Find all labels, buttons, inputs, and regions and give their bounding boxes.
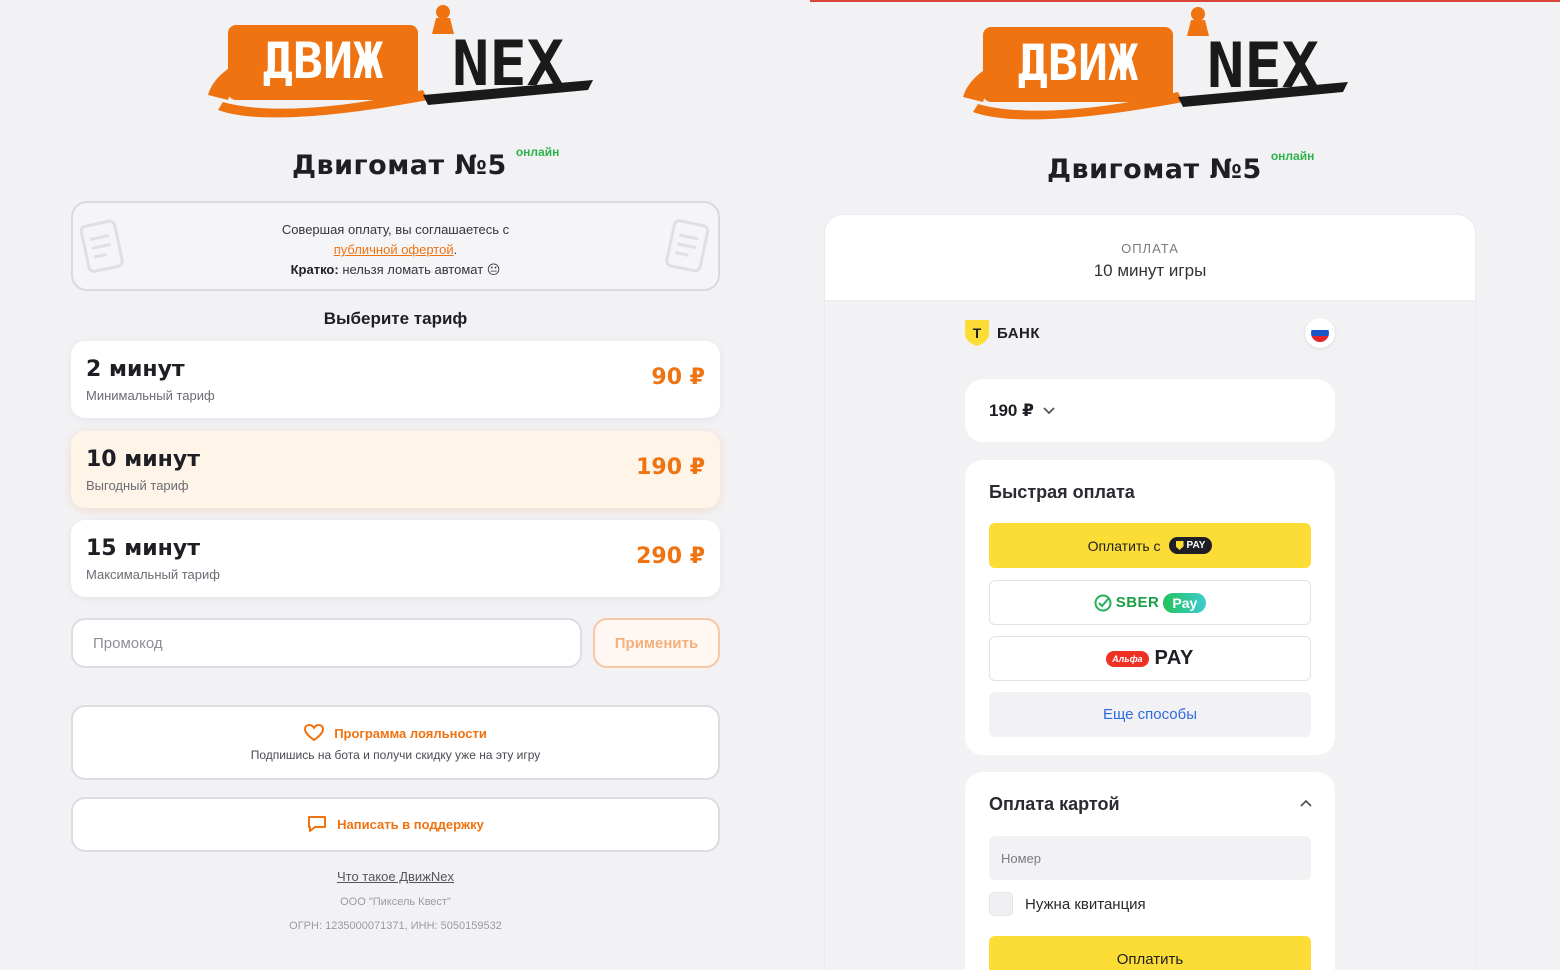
more-methods-button[interactable]: Еще способы [989, 692, 1311, 737]
svg-text:NEX: NEX [1207, 29, 1319, 102]
tpay-label: Оплатить с [1087, 537, 1161, 554]
company-ids: ОГРН: 1235000071371, ИНН: 5050159532 [289, 920, 502, 932]
svg-text:ДВИЖ: ДВИЖ [1018, 34, 1138, 92]
pay-submit-button[interactable]: Оплатить [989, 936, 1311, 970]
tpay-badge-text: PAY [1186, 540, 1206, 551]
alfapay-button[interactable]: Альфа PAY [989, 636, 1311, 681]
svg-text:NEX: NEX [452, 27, 564, 100]
online-status: онлайн [1270, 149, 1315, 163]
payment-label: ОПЛАТА [1121, 241, 1179, 256]
public-offer-link[interactable]: публичной офертой [334, 242, 454, 257]
support-button[interactable]: Написать в поддержку [71, 797, 720, 852]
machine-header: Двигомат №5 онлайн [1047, 149, 1314, 185]
tariff-desc: Максимальный тариф [86, 567, 220, 582]
document-icon [665, 219, 710, 273]
brand-logo-text: ДВИЖ [263, 32, 383, 90]
brand-logo-image: ДВИЖ NEX [963, 7, 1348, 120]
receipt-toggle[interactable]: Нужна квитанция [989, 892, 1146, 916]
tariff-name: 10 минут [86, 447, 200, 472]
russia-flag-icon [1311, 324, 1329, 342]
chat-icon [308, 816, 327, 832]
apply-promo-button[interactable]: Применить [593, 618, 720, 668]
loyalty-program-button[interactable]: Программа лояльности Подпишись на бота и… [71, 705, 720, 780]
payment-description: 10 минут игры [1093, 261, 1207, 280]
tariff-name: 15 минут [86, 536, 200, 561]
company-name: ООО "Пиксель Квест" [340, 896, 451, 908]
machine-header: Двигомат №5 онлайн [292, 145, 559, 181]
amount-value: 190 ₽ [989, 400, 1034, 420]
short-text: нельзя ломать автомат 😐 [342, 262, 501, 277]
sber-word: SBER [1115, 594, 1160, 611]
loyalty-title: Программа лояльности [334, 725, 487, 741]
tariff-price: 290 ₽ [636, 544, 705, 569]
tpay-badge: PAY [1168, 537, 1213, 554]
card-number-input[interactable]: Номер [989, 836, 1311, 880]
fast-payment-title: Быстрая оплата [989, 482, 1135, 502]
tariff-card-10-min[interactable]: 10 минут Выгодный тариф 190 ₽ [71, 431, 720, 508]
right-panel: ДВИЖ NEX Двигомат №5 онлайн ОПЛАТА 10 ми… [810, 0, 1560, 970]
payment-header: ОПЛАТА 10 минут игры [825, 215, 1475, 301]
sber-check-icon [1094, 594, 1112, 611]
brand-logo: ДВИЖ NEX [953, 2, 1353, 127]
card-payment-title: Оплата картой [989, 794, 1120, 814]
sber-pay-badge: Pay [1163, 592, 1207, 613]
agreement-notice: Совершая оплату, вы соглашаетесь с публи… [71, 201, 720, 291]
alfa-pay-word: PAY [1154, 647, 1194, 669]
tbank-logo-icon: Т [965, 320, 989, 346]
left-panel: ДВИЖ NEX Двигомат №5 онлайн Совершая опл… [0, 0, 800, 970]
amount-selector[interactable]: 190 ₽ [965, 379, 1335, 442]
tariff-name: 2 минут [86, 357, 185, 382]
bank-name: БАНК [997, 324, 1041, 342]
tbank-shield-icon [1175, 541, 1184, 550]
agreement-line: Совершая оплату, вы соглашаетесь с [281, 222, 510, 237]
alfa-badge: Альфа [1106, 650, 1149, 667]
svg-text:Т: Т [973, 325, 982, 341]
bank-brand: Т БАНК [965, 320, 1040, 346]
tariff-price: 90 ₽ [651, 365, 705, 390]
language-flag-button[interactable] [1305, 318, 1335, 348]
promo-code-input[interactable]: Промокод [71, 618, 582, 668]
tpay-button[interactable]: Оплатить с PAY [989, 523, 1311, 568]
brand-logo-image: ДВИЖ NEX [208, 5, 593, 118]
tariff-card-2-min[interactable]: 2 минут Минимальный тариф 90 ₽ [71, 341, 720, 418]
card-payment-section: Оплата картой Номер Нужна квитанция Опла… [965, 772, 1335, 970]
machine-title: Двигомат №5 [1047, 154, 1262, 185]
online-status: онлайн [515, 145, 560, 159]
tariffs-title: Выберите тариф [323, 309, 468, 328]
heart-icon [304, 724, 325, 742]
tariff-card-15-min[interactable]: 15 минут Максимальный тариф 290 ₽ [71, 520, 720, 597]
payment-widget: ОПЛАТА 10 минут игры Т БАНК 190 ₽ Быстра… [825, 215, 1475, 970]
short-label: Кратко: [290, 262, 339, 277]
about-link[interactable]: Что такое ДвижNex [337, 869, 454, 884]
receipt-label: Нужна квитанция [1025, 895, 1146, 913]
tariff-price: 190 ₽ [636, 455, 705, 480]
sberpay-button[interactable]: SBER Pay [989, 580, 1311, 625]
receipt-checkbox[interactable] [989, 892, 1013, 916]
machine-title: Двигомат №5 [292, 150, 507, 181]
support-label: Написать в поддержку [337, 816, 484, 832]
agreement-punct: . [453, 242, 458, 257]
brand-logo: ДВИЖ NEX [198, 0, 598, 125]
tariff-desc: Минимальный тариф [86, 388, 215, 403]
tariff-desc: Выгодный тариф [86, 478, 189, 493]
chevron-down-icon [1043, 406, 1055, 414]
loyalty-subtitle: Подпишись на бота и получи скидку уже на… [250, 748, 541, 762]
chevron-up-icon[interactable] [1299, 798, 1313, 808]
document-icon [79, 219, 124, 273]
fast-payment-section: Быстрая оплата Оплатить с PAY SBER Pay А… [965, 460, 1335, 755]
